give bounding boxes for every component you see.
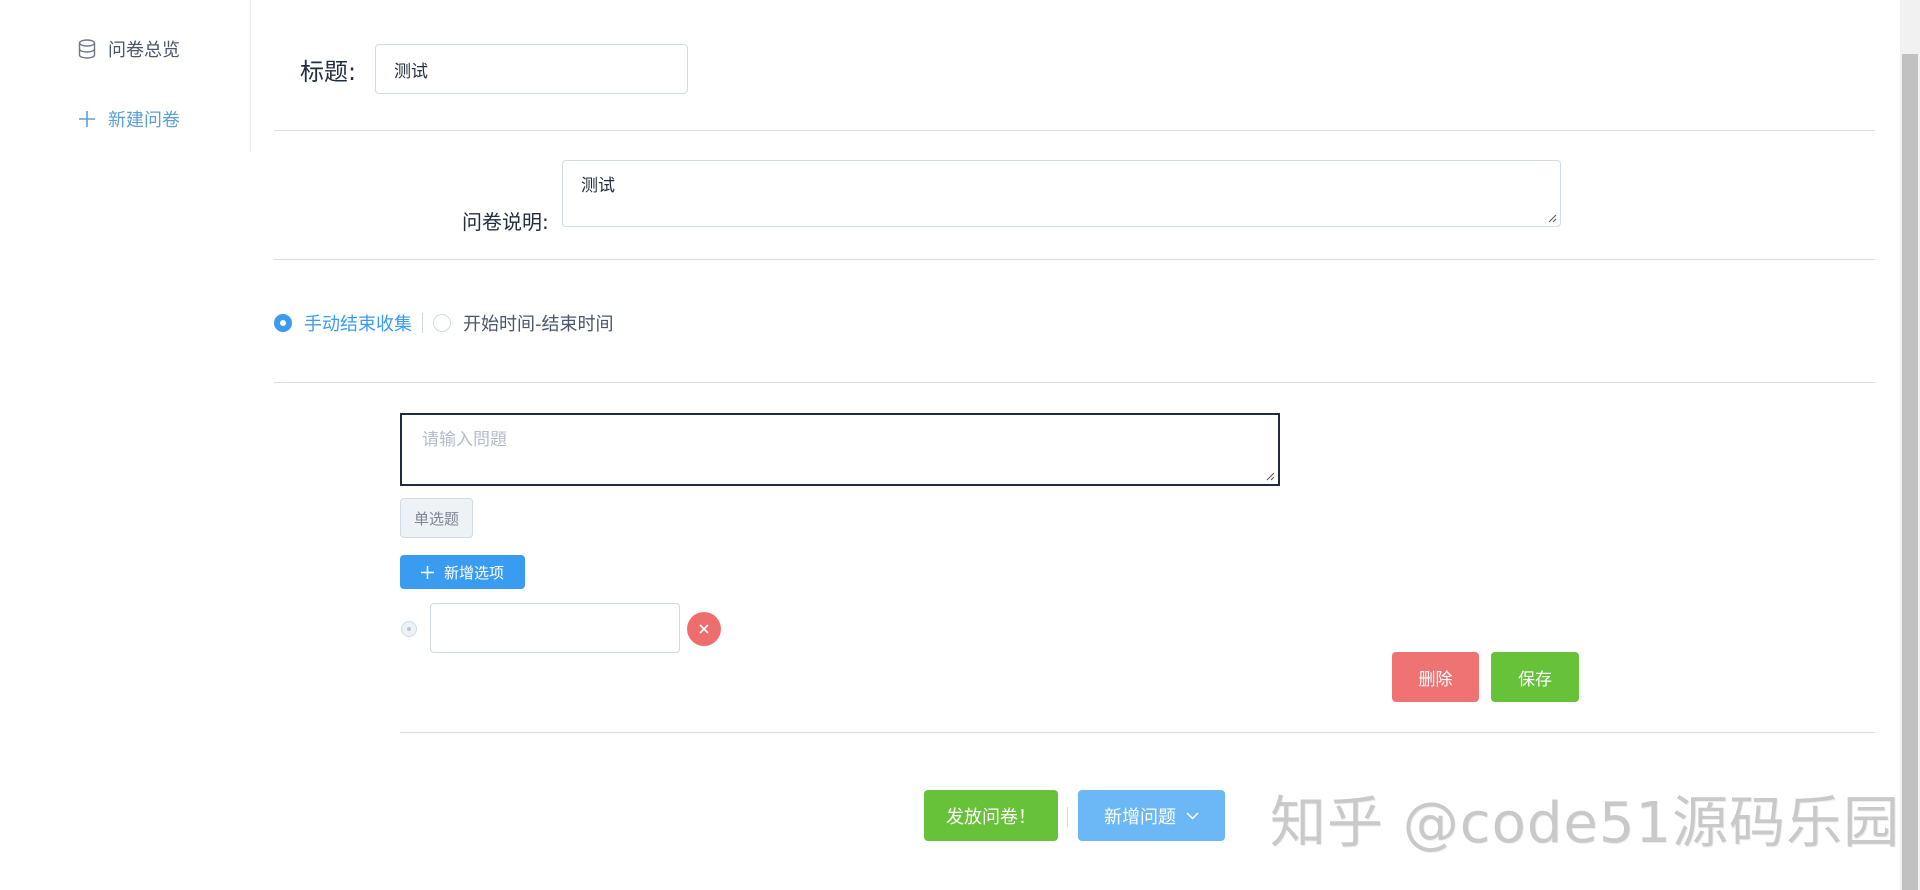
radio-manual-end[interactable] — [274, 314, 292, 332]
add-question-dropdown[interactable]: 新增问题 — [1078, 790, 1225, 841]
radio-manual-end-label[interactable]: 手动结束收集 — [304, 310, 412, 336]
title-label: 标题: — [300, 58, 357, 86]
plus-icon — [420, 565, 434, 579]
option-input[interactable] — [430, 603, 680, 653]
sidebar-item-create[interactable]: 新建问卷 — [76, 106, 180, 132]
sidebar-item-overview[interactable]: 问卷总览 — [76, 36, 180, 62]
sidebar-item-label: 问卷总览 — [108, 40, 180, 61]
question-placeholder: 请输入問題 — [422, 430, 507, 450]
add-question-label: 新增问题 — [1104, 806, 1176, 828]
add-option-button[interactable]: 新增选项 — [400, 555, 525, 589]
description-textarea[interactable]: 测试 — [562, 160, 1561, 227]
title-input-value: 测试 — [394, 61, 428, 82]
divider — [274, 130, 1875, 131]
question-textarea[interactable]: 请输入問題 — [400, 413, 1280, 486]
watermark: 知乎 @code51源码乐园 — [1270, 791, 1901, 856]
publish-button[interactable]: 发放问卷！ — [924, 790, 1058, 841]
add-option-label: 新增选项 — [443, 563, 504, 582]
title-input[interactable]: 测试 — [375, 44, 688, 94]
close-icon — [699, 624, 709, 634]
remove-option-button[interactable] — [687, 612, 721, 646]
description-label: 问卷说明: — [462, 210, 549, 234]
description-value: 测试 — [581, 176, 615, 196]
database-icon — [76, 38, 98, 60]
divider — [274, 259, 1875, 260]
scrollbar[interactable] — [1900, 0, 1920, 890]
button-divider — [1067, 807, 1068, 827]
resize-handle-icon[interactable] — [1266, 472, 1275, 481]
option-radio[interactable] — [401, 621, 417, 637]
collection-mode-group: 手动结束收集 开始时间-结束时间 — [274, 310, 614, 336]
question-type-button[interactable]: 单选题 — [400, 498, 473, 538]
chevron-down-icon — [1186, 811, 1199, 820]
divider — [400, 732, 1875, 733]
sidebar-item-label: 新建问卷 — [108, 110, 180, 131]
radio-divider — [422, 313, 423, 333]
divider — [274, 382, 1875, 383]
radio-time-range[interactable] — [433, 314, 451, 332]
plus-icon — [76, 108, 98, 130]
resize-handle-icon[interactable] — [1548, 214, 1557, 223]
scrollbar-thumb[interactable] — [1902, 54, 1918, 890]
radio-time-range-label[interactable]: 开始时间-结束时间 — [463, 310, 614, 336]
delete-button[interactable]: 删除 — [1392, 652, 1479, 702]
save-button[interactable]: 保存 — [1491, 652, 1579, 702]
sidebar: 问卷总览 新建问卷 — [0, 0, 251, 152]
